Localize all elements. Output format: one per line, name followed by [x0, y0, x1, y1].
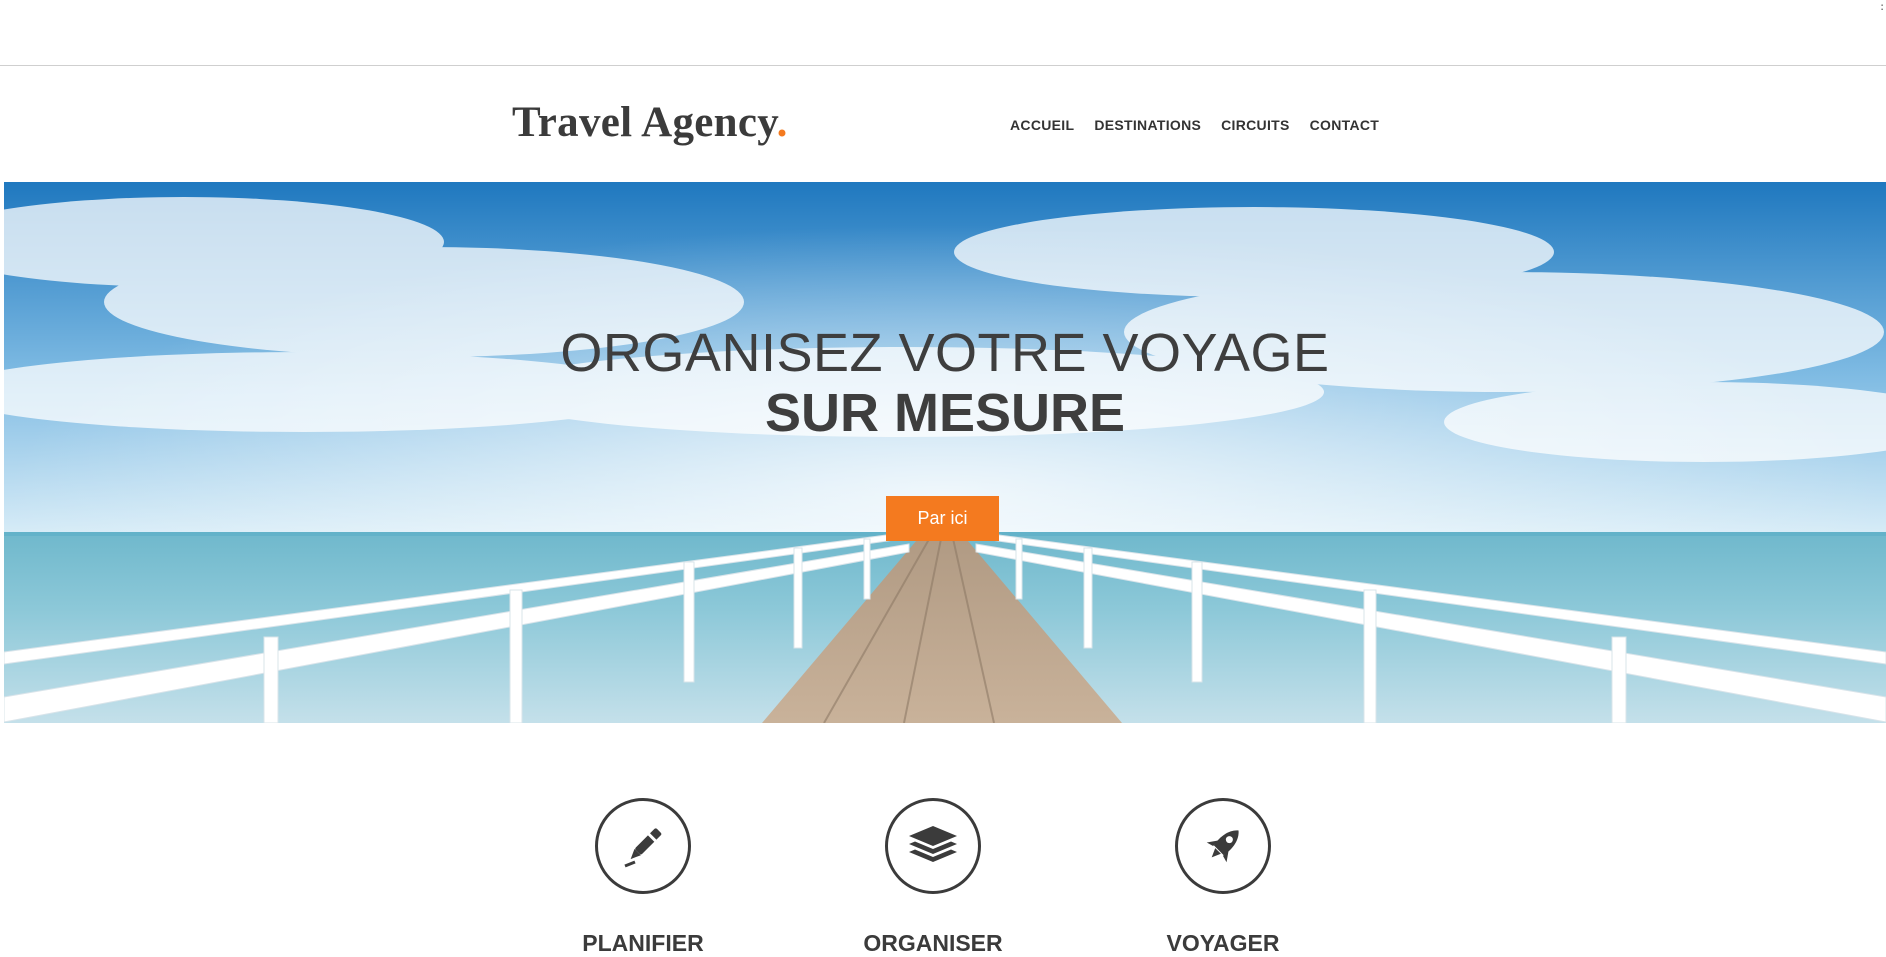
pen-icon [595, 798, 691, 894]
pier-sea-image [4, 182, 1886, 723]
browser-top-strip: : [0, 0, 1886, 66]
rocket-icon [1175, 798, 1271, 894]
feature-voyager[interactable]: VOYAGER [1103, 798, 1343, 957]
nav-item-circuits[interactable]: CIRCUITS [1221, 117, 1290, 133]
par-ici-button[interactable]: Par ici [886, 496, 999, 541]
nav-item-contact[interactable]: CONTACT [1310, 117, 1380, 133]
nav-item-accueil[interactable]: ACCUEIL [1010, 117, 1074, 133]
feature-organiser[interactable]: ORGANISER [813, 798, 1053, 957]
layers-icon [885, 798, 981, 894]
logo-text: Travel Agency [512, 99, 777, 146]
corner-mark: : [1880, 0, 1884, 13]
hero-banner: ORGANISEZ VOTRE VOYAGE SUR MESURE Par ic… [4, 182, 1886, 723]
feature-planifier[interactable]: PLANIFIER [523, 798, 763, 957]
features-section: PLANIFIER ORGANISER VOYAGER [0, 760, 1886, 957]
hero-title-line2: SUR MESURE [764, 383, 1126, 443]
feature-label-organiser: ORGANISER [863, 930, 1003, 956]
hero-title-line1: ORGANISEZ VOTRE VOYAGE [560, 323, 1330, 383]
logo-dot: . [776, 99, 788, 146]
feature-label-planifier: PLANIFIER [582, 930, 704, 956]
site-header: Travel Agency. ACCUEIL DESTINATIONS CIRC… [0, 66, 1886, 182]
feature-label-voyager: VOYAGER [1166, 930, 1280, 956]
nav-item-destinations[interactable]: DESTINATIONS [1094, 117, 1201, 133]
main-nav: ACCUEIL DESTINATIONS CIRCUITS CONTACT [1010, 117, 1379, 133]
site-logo[interactable]: Travel Agency. [512, 98, 788, 147]
